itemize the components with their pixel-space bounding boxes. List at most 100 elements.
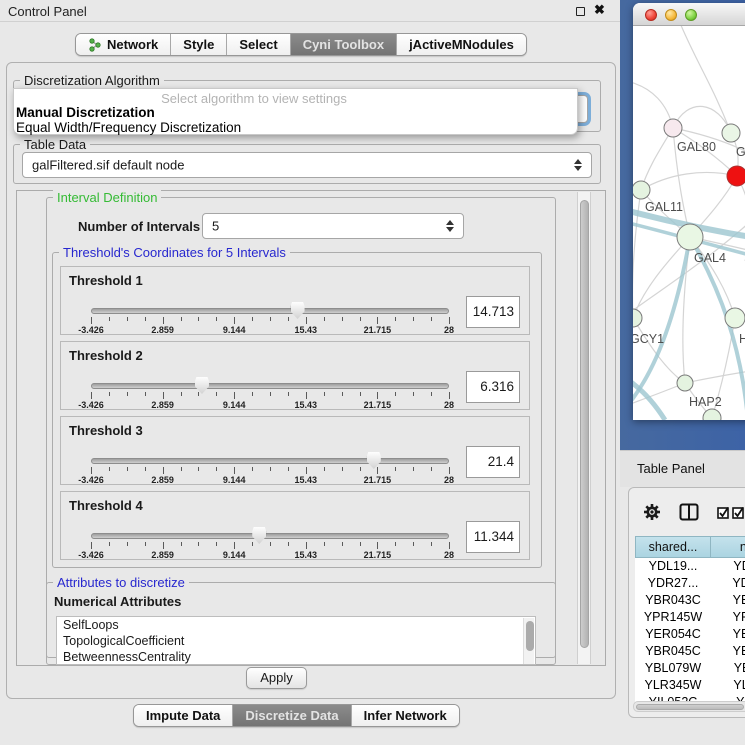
slider-track[interactable] — [91, 383, 449, 389]
tab-impute-data[interactable]: Impute Data — [134, 705, 233, 726]
network-edge — [633, 378, 665, 420]
tick-mark — [252, 467, 253, 471]
table-cell[interactable]: YDL19... — [635, 558, 711, 575]
gear-icon[interactable] — [643, 503, 661, 521]
attribute-list-item[interactable]: TopologicalCoefficient — [57, 633, 535, 649]
table-row[interactable]: YLR345WYLR3 — [635, 677, 745, 694]
attribute-list-item[interactable]: SelfLoops — [57, 617, 535, 633]
scrollbar-thumb[interactable] — [580, 200, 589, 648]
column-header-shared-name[interactable]: shared... — [635, 536, 711, 558]
tick-mark — [449, 317, 450, 324]
network-node[interactable] — [633, 181, 650, 199]
tab-discretize-data[interactable]: Discretize Data — [233, 705, 351, 726]
threshold-1-slider[interactable]: -3.4262.8599.14415.4321.71528 — [91, 305, 449, 335]
network-node[interactable] — [677, 224, 703, 250]
slider-track[interactable] — [91, 308, 449, 314]
threshold-4-slider[interactable]: -3.4262.8599.14415.4321.71528 — [91, 530, 449, 560]
panel-scrollbar[interactable] — [577, 192, 591, 664]
numerical-attributes-list[interactable]: SelfLoopsTopologicalCoefficientBetweenne… — [56, 616, 536, 665]
table-cell[interactable]: YBR045C — [635, 643, 711, 660]
tick-mark — [449, 542, 450, 549]
dropdown-option-equal-width-frequency[interactable]: Equal Width/Frequency Discretization — [16, 120, 241, 135]
table-cell[interactable]: YBL0 — [711, 660, 745, 677]
table-row[interactable]: YBR043CYBR0 — [635, 592, 745, 609]
number-of-intervals-combo[interactable]: 5 — [202, 213, 464, 239]
network-node[interactable] — [677, 375, 693, 391]
network-node[interactable] — [633, 309, 642, 327]
dropdown-option-manual-discretization[interactable]: Manual Discretization — [16, 105, 155, 120]
tab-infer-network[interactable]: Infer Network — [352, 705, 459, 726]
tick-mark — [360, 542, 361, 546]
table-cell[interactable]: YDR27... — [635, 575, 711, 592]
table-horizontal-scrollbar[interactable] — [633, 701, 745, 712]
table-cell[interactable]: YLR3 — [711, 677, 745, 694]
tick-mark — [324, 392, 325, 396]
tab-cyni-toolbox[interactable]: Cyni Toolbox — [291, 34, 397, 55]
table-row[interactable]: YDL19...YDL1 — [635, 558, 745, 575]
threshold-value-field[interactable]: 14.713 — [466, 296, 520, 328]
network-node-label: HAP2 — [689, 395, 722, 409]
tick-mark — [181, 467, 182, 471]
table-cell[interactable]: YDR2 — [711, 575, 745, 592]
tick-mark — [234, 392, 235, 399]
tab-select[interactable]: Select — [227, 34, 290, 55]
node-table[interactable]: shared... n... YDL19...YDL1YDR27...YDR2Y… — [635, 536, 745, 704]
tick-mark — [91, 467, 92, 474]
network-node[interactable] — [722, 124, 740, 142]
threshold-value-field[interactable]: 11.344 — [466, 521, 520, 553]
tick-mark — [377, 317, 378, 324]
table-cell[interactable]: YPR1 — [711, 609, 745, 626]
slider-track[interactable] — [91, 533, 449, 539]
network-node[interactable] — [725, 308, 745, 328]
table-row[interactable]: YER054CYER0 — [635, 626, 745, 643]
network-window-titlebar — [633, 3, 745, 26]
tab-style[interactable]: Style — [171, 34, 227, 55]
network-node[interactable] — [727, 166, 745, 186]
combo-value: 5 — [212, 219, 219, 234]
slider-track[interactable] — [91, 458, 449, 464]
network-edge — [685, 366, 745, 383]
tab-jactivemnodules[interactable]: jActiveMNodules — [397, 34, 526, 55]
tick-mark — [252, 317, 253, 321]
network-canvas[interactable]: GAL80GACGAL11GAL4GCY1HHAP2 — [633, 26, 745, 420]
table-row[interactable]: YBL079WYBL0 — [635, 660, 745, 677]
tab-network[interactable]: Network — [76, 34, 171, 55]
scale-label: -3.426 — [78, 550, 104, 560]
list-scrollbar[interactable] — [523, 618, 534, 664]
threshold-value-field[interactable]: 6.316 — [466, 371, 520, 403]
scrollbar-thumb[interactable] — [526, 621, 534, 651]
network-node[interactable] — [664, 119, 682, 137]
threshold-3-slider[interactable]: -3.4262.8599.14415.4321.71528 — [91, 455, 449, 485]
table-cell[interactable]: YBR043C — [635, 592, 711, 609]
attribute-list-item[interactable]: BetweennessCentrality — [57, 649, 535, 665]
table-row[interactable]: YPR145WYPR1 — [635, 609, 745, 626]
close-icon[interactable]: ✖ — [594, 2, 605, 18]
table-cell[interactable]: YBL079W — [635, 660, 711, 677]
split-columns-icon[interactable] — [679, 503, 699, 521]
table-cell[interactable]: YER0 — [711, 626, 745, 643]
close-traffic-light-icon[interactable] — [645, 9, 657, 21]
table-row[interactable]: YBR045CYBR0 — [635, 643, 745, 660]
checkbox-icon[interactable] — [717, 506, 730, 519]
algorithm-dropdown-popup: Select algorithm to view settings Manual… — [13, 88, 578, 135]
minimize-traffic-light-icon[interactable] — [665, 9, 677, 21]
table-cell[interactable]: YBR0 — [711, 592, 745, 609]
float-window-icon[interactable] — [576, 7, 585, 16]
checkbox-icon[interactable] — [732, 506, 745, 519]
column-header-name[interactable]: n... — [711, 536, 745, 558]
table-cell[interactable]: YBR0 — [711, 643, 745, 660]
table-cell[interactable]: YDL1 — [711, 558, 745, 575]
table-cell[interactable]: YER054C — [635, 626, 711, 643]
threshold-value-field[interactable]: 21.4 — [466, 446, 520, 478]
zoom-traffic-light-icon[interactable] — [685, 9, 697, 21]
tick-mark — [181, 542, 182, 546]
scrollbar-thumb[interactable] — [636, 704, 744, 711]
table-row[interactable]: YDR27...YDR2 — [635, 575, 745, 592]
threshold-2-slider[interactable]: -3.4262.8599.14415.4321.71528 — [91, 380, 449, 410]
scale-label: 21.715 — [364, 550, 392, 560]
apply-button[interactable]: Apply — [246, 667, 307, 689]
table-cell[interactable]: YPR145W — [635, 609, 711, 626]
table-cell[interactable]: YLR345W — [635, 677, 711, 694]
table-data-combo[interactable]: galFiltered.sif default node — [22, 152, 592, 178]
group-title: Attributes to discretize — [53, 575, 189, 590]
